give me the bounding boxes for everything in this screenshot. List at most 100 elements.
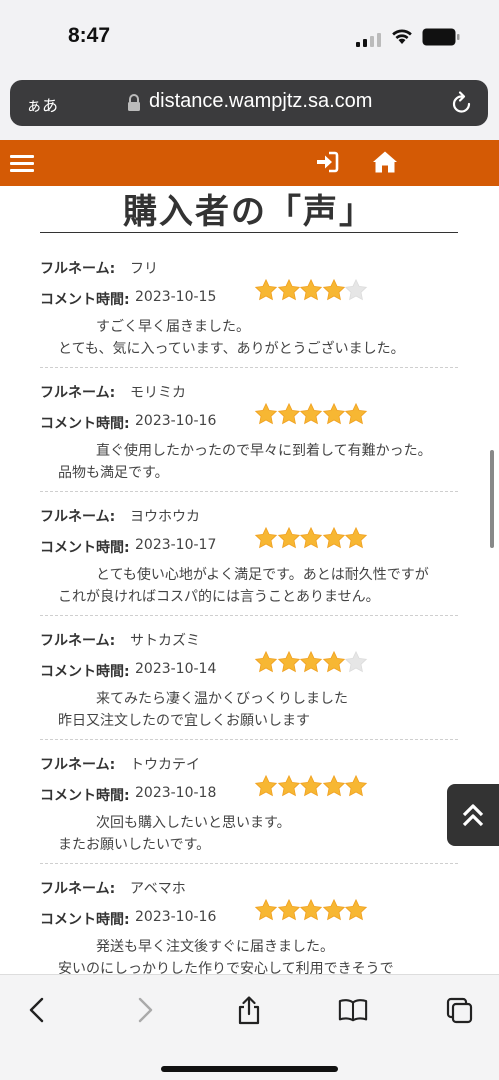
star-filled-icon: [299, 898, 323, 922]
tabs-icon[interactable]: [444, 995, 474, 1025]
reviewer-name: フリ: [130, 261, 158, 277]
comment-time-label: コメント時間:: [40, 788, 130, 804]
star-filled-icon: [344, 898, 368, 922]
review-item: フルネーム: トウカテイ コメント時間: 2023-10-18 次回も購入したいと思いま…: [40, 740, 458, 864]
star-filled-icon: [299, 526, 323, 550]
star-filled-icon: [344, 402, 368, 426]
name-label: フルネーム:: [40, 509, 116, 525]
lock-icon: [128, 94, 140, 111]
star-filled-icon: [322, 898, 345, 922]
star-filled-icon: [299, 650, 323, 674]
comment-date: 2023-10-17: [135, 537, 217, 553]
name-label: フルネーム:: [40, 261, 116, 277]
review-item: フルネーム: アベマホ コメント時間: 2023-10-16 発送も早く注文後すぐに届き…: [40, 864, 458, 974]
review-item: フルネーム: ヨウホウカ コメント時間: 2023-10-17 とても使い心地がよく満足…: [40, 492, 458, 616]
star-filled-icon: [277, 526, 300, 550]
review-item: フルネーム: フリ コメント時間: 2023-10-15 すごく早く届きました。 とても、…: [40, 244, 458, 368]
comment-time-label: コメント時間:: [40, 664, 130, 680]
hamburger-icon[interactable]: [10, 153, 34, 173]
comment-date: 2023-10-15: [135, 289, 217, 305]
comment-date: 2023-10-16: [135, 413, 217, 429]
browser-address-area: ぁあ distance.wampjtz.sa.com: [0, 78, 499, 140]
star-filled-icon: [277, 402, 300, 426]
site-header: [0, 140, 499, 186]
review-comment: すごく早く届きました。 とても、気に入っています、ありがとうございました。: [58, 319, 405, 357]
home-indicator: [161, 1066, 338, 1072]
reload-icon[interactable]: [450, 90, 474, 116]
reader-settings-button[interactable]: ぁあ: [26, 92, 58, 116]
star-filled-icon: [254, 898, 278, 922]
star-filled-icon: [322, 526, 345, 550]
reviewer-name: モリミカ: [130, 385, 186, 401]
star-rating: [254, 278, 368, 302]
browser-toolbar: [0, 974, 499, 1080]
star-filled-icon: [277, 898, 300, 922]
name-label: フルネーム:: [40, 633, 116, 649]
star-filled-icon: [254, 526, 278, 550]
star-filled-icon: [277, 774, 300, 798]
comment-date: 2023-10-18: [135, 785, 217, 801]
star-filled-icon: [322, 774, 345, 798]
star-filled-icon: [322, 650, 345, 674]
comment-date: 2023-10-16: [135, 909, 217, 925]
star-filled-icon: [299, 774, 323, 798]
star-empty-icon: [344, 650, 368, 674]
address-bar[interactable]: ぁあ distance.wampjtz.sa.com: [10, 80, 488, 126]
star-filled-icon: [277, 650, 300, 674]
star-filled-icon: [322, 402, 345, 426]
comment-time-label: コメント時間:: [40, 912, 130, 928]
sign-in-icon[interactable]: [315, 151, 339, 173]
name-label: フルネーム:: [40, 757, 116, 773]
title-divider: [40, 232, 458, 233]
double-chevron-up-icon: [462, 804, 484, 827]
name-label: フルネーム:: [40, 385, 116, 401]
star-filled-icon: [299, 402, 323, 426]
review-comment: とても使い心地がよく満足です。あとは耐久性ですがこれが良ければコスパ的には言うこ…: [58, 567, 429, 605]
scroll-indicator[interactable]: [490, 450, 494, 548]
page-title: 購入者の「声」: [123, 192, 375, 232]
share-icon[interactable]: [234, 995, 264, 1025]
status-bar: 8:47: [0, 0, 499, 78]
review-item: フルネーム: サトカズミ コメント時間: 2023-10-14 来てみたら凄く温かくびっ…: [40, 616, 458, 740]
comment-time-label: コメント時間:: [40, 416, 130, 432]
review-comment: 来てみたら凄く温かくびっくりしました 昨日又注文したので宜しくお願いします: [58, 691, 348, 729]
review-item: フルネーム: モリミカ コメント時間: 2023-10-16 直ぐ使用したかったので早々…: [40, 368, 458, 492]
battery-icon: [422, 28, 460, 46]
reviewer-name: サトカズミ: [130, 633, 200, 649]
star-rating: [254, 402, 368, 426]
back-icon[interactable]: [22, 995, 52, 1025]
forward-icon[interactable]: [130, 995, 160, 1025]
star-rating: [254, 898, 368, 922]
star-rating: [254, 526, 368, 550]
comment-time-label: コメント時間:: [40, 540, 130, 556]
wifi-icon: [392, 29, 412, 44]
star-filled-icon: [254, 402, 278, 426]
review-comment: 次回も購入したいと思います。 またお願いしたいです。: [58, 815, 291, 853]
star-rating: [254, 650, 368, 674]
signal-icon: [356, 33, 382, 47]
review-comment: 発送も早く注文後すぐに届きました。 安いのにしっかりした作りで安心して利用できそう…: [58, 939, 394, 974]
bookmarks-icon[interactable]: [338, 995, 368, 1025]
reviewer-name: アベマホ: [130, 881, 186, 897]
star-filled-icon: [254, 278, 278, 302]
url-text[interactable]: distance.wampjtz.sa.com: [149, 90, 372, 113]
back-to-top-button[interactable]: [447, 784, 499, 846]
page-content: 購入者の「声」 フルネーム: フリ コメント時間: 2023-10-15 すごく早く届き…: [0, 186, 499, 974]
star-filled-icon: [277, 278, 300, 302]
star-rating: [254, 774, 368, 798]
reviewer-name: ヨウホウカ: [130, 509, 200, 525]
status-time: 8:47: [68, 24, 111, 47]
review-comment: 直ぐ使用したかったので早々に到着して有難かった。品物も満足です。: [58, 443, 432, 481]
star-filled-icon: [254, 650, 278, 674]
star-filled-icon: [344, 526, 368, 550]
home-icon[interactable]: [372, 150, 398, 174]
reviewer-name: トウカテイ: [130, 757, 200, 773]
star-filled-icon: [254, 774, 278, 798]
review-list: フルネーム: フリ コメント時間: 2023-10-15 すごく早く届きました。 とても、…: [40, 244, 458, 974]
name-label: フルネーム:: [40, 881, 116, 897]
star-filled-icon: [344, 774, 368, 798]
star-empty-icon: [344, 278, 368, 302]
comment-time-label: コメント時間:: [40, 292, 130, 308]
star-filled-icon: [299, 278, 323, 302]
star-filled-icon: [322, 278, 345, 302]
